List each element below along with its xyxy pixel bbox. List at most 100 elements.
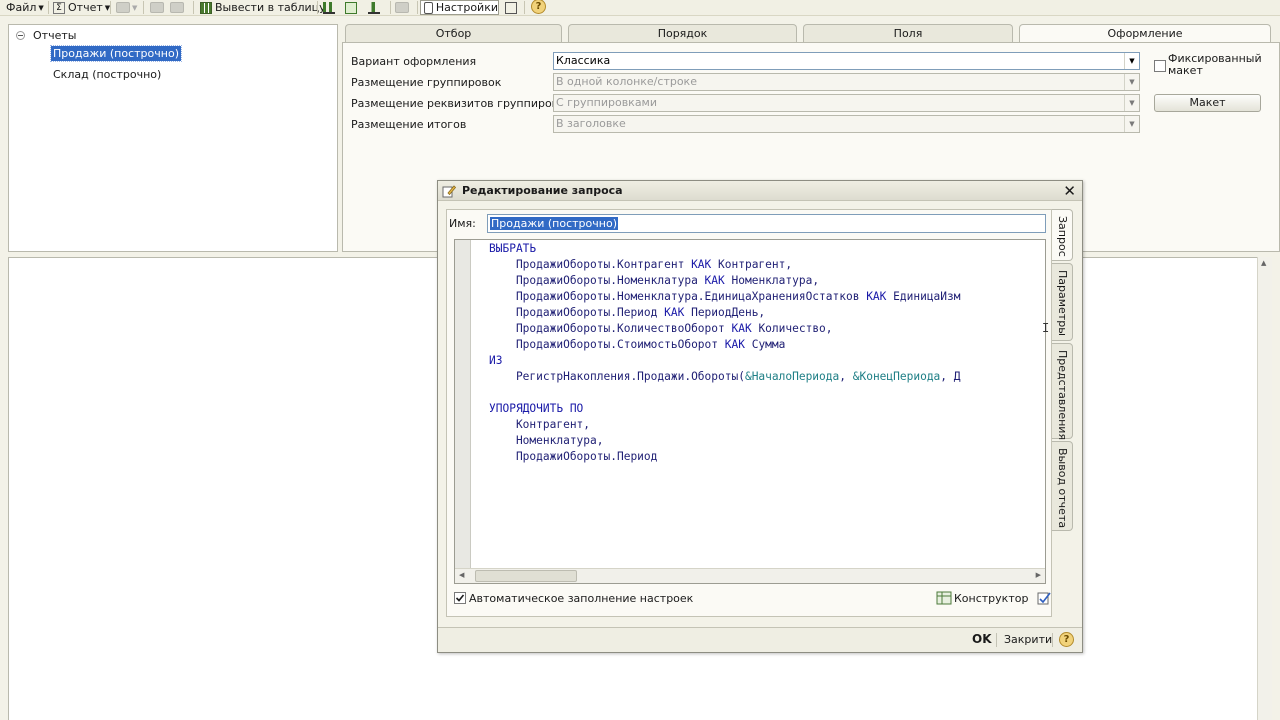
scroll-left-icon[interactable]: ◀ <box>459 571 464 579</box>
footer-separator <box>1052 633 1053 647</box>
collapse-button[interactable] <box>170 0 184 15</box>
settings-icon <box>424 1 433 14</box>
dialog-title-bar[interactable]: Редактирование запроса ✕ <box>438 181 1082 201</box>
dialog-title: Редактирование запроса <box>462 184 623 197</box>
toolbar-separator <box>524 1 525 14</box>
ok-button[interactable]: OK <box>972 632 992 646</box>
toolbar-separator <box>110 1 111 14</box>
toolbar-separator <box>48 1 49 14</box>
constructor-label: Конструктор <box>954 591 1029 605</box>
name-input[interactable]: Продажи (построчно) <box>487 214 1046 233</box>
tree-root-reports[interactable]: Отчеты <box>33 29 76 42</box>
tab-presentations-label: Представления <box>1056 350 1069 441</box>
copy-button[interactable] <box>395 0 409 15</box>
tab-report-output[interactable]: Вывод отчета <box>1052 441 1073 531</box>
to-table-button[interactable]: Вывести в таблицу <box>200 0 326 15</box>
report-tree: Отчеты Продажи (построчно) Склад (постро… <box>8 24 338 252</box>
editor-horizontal-scrollbar[interactable]: ◀ ▶ <box>455 568 1045 583</box>
collapse-icon <box>170 2 184 13</box>
totals-placement-value: В заголовке <box>556 117 626 130</box>
dropdown-arrow-icon[interactable]: ▼ <box>1124 116 1139 132</box>
query-text-editor[interactable]: ВЫБРАТЬ ПродажиОбороты.Контрагент КАК Ко… <box>454 239 1046 584</box>
close-icon[interactable]: ✕ <box>1063 181 1076 201</box>
bar-chart-icon <box>368 1 380 14</box>
expand-button[interactable] <box>150 0 164 15</box>
dropdown-arrow-icon: ▼ <box>38 3 44 12</box>
grouping-attributes-value: С группировками <box>556 96 658 109</box>
layout-variant-label: Вариант оформления <box>351 55 477 68</box>
tab-presentations[interactable]: Представления <box>1052 343 1073 441</box>
scroll-right-icon[interactable]: ▶ <box>1036 571 1041 579</box>
help-icon[interactable]: ? <box>531 0 546 14</box>
chart-button-2[interactable] <box>345 0 360 15</box>
editor-gutter <box>455 240 471 568</box>
report-menu-label: Отчет <box>68 1 103 14</box>
footer-separator <box>996 633 997 647</box>
grouping-placement-combo[interactable]: В одной колонке/строке ▼ <box>553 73 1140 91</box>
tab-query[interactable]: Запрос <box>1052 209 1073 261</box>
main-toolbar: Файл ▼ Σ Отчет ▼ ▼ Вывести в таблицу Настро… <box>0 0 1280 16</box>
query-edit-dialog: Редактирование запроса ✕ Запрос Параметр… <box>437 180 1083 653</box>
tab-filter[interactable]: Отбор <box>345 24 562 42</box>
tab-fields[interactable]: Поля <box>803 24 1013 42</box>
totals-placement-label: Размещение итогов <box>351 118 467 131</box>
totals-placement-combo[interactable]: В заголовке ▼ <box>553 115 1140 133</box>
chart-button-1[interactable] <box>323 0 338 15</box>
auto-fill-label: Автоматическое заполнение настроек <box>469 592 694 605</box>
tab-report-output-label: Вывод отчета <box>1056 448 1069 529</box>
tree-item-sales[interactable]: Продажи (построчно) <box>50 45 182 62</box>
grouping-attributes-combo[interactable]: С группировками ▼ <box>553 94 1140 112</box>
constructor-button[interactable]: Конструктор <box>936 590 1052 606</box>
scroll-up-icon[interactable]: ▲ <box>1261 259 1266 267</box>
toolbar-separator <box>390 1 391 14</box>
code-line: ПродажиОбороты.Период КАК ПериодДень, <box>489 306 766 319</box>
print-button[interactable] <box>505 0 520 15</box>
code-line: Контрагент, <box>489 418 591 431</box>
name-label: Имя: <box>449 217 476 230</box>
code-line: ПродажиОбороты.Контрагент КАК Контрагент… <box>489 258 793 271</box>
code-line: ПродажиОбороты.Номенклатура КАК Номенкла… <box>489 274 820 287</box>
file-menu[interactable]: Файл ▼ <box>6 0 44 15</box>
tab-layout[interactable]: Оформление <box>1019 24 1271 43</box>
name-input-value: Продажи (построчно) <box>490 217 618 230</box>
code-line: ПродажиОбороты.КоличествоОборот КАК Коли… <box>489 322 833 335</box>
toolbar-separator <box>417 1 418 14</box>
edit-query-icon <box>442 185 456 198</box>
dropdown-arrow-icon: ▼ <box>132 3 138 12</box>
result-vertical-scrollbar[interactable]: ▲ <box>1257 257 1272 720</box>
code-line: ВЫБРАТЬ <box>489 242 537 255</box>
dropdown-arrow-icon[interactable]: ▼ <box>1124 95 1139 111</box>
constructor-icon <box>936 591 952 605</box>
query-code[interactable]: ВЫБРАТЬ ПродажиОбороты.Контрагент КАК Ко… <box>489 241 961 465</box>
syntax-check-icon[interactable] <box>1036 590 1052 606</box>
sum-icon: Σ <box>53 1 65 14</box>
tree-item-warehouse[interactable]: Склад (построчно) <box>53 68 161 81</box>
dropdown-arrow-icon[interactable]: ▼ <box>1124 53 1139 69</box>
grid-icon <box>345 1 357 14</box>
toolbar-separator <box>317 1 318 14</box>
chart-icon <box>323 1 335 14</box>
fixed-layout-label: Фиксированный макет <box>1168 52 1262 77</box>
search-menu-button[interactable]: ▼ <box>116 0 137 15</box>
fixed-layout-checkbox[interactable] <box>1154 60 1166 72</box>
help-icon[interactable]: ? <box>1059 632 1074 647</box>
settings-toggle-button[interactable]: Настройки <box>420 0 499 15</box>
report-menu[interactable]: Σ Отчет ▼ <box>53 0 110 15</box>
scroll-thumb[interactable] <box>475 570 577 582</box>
layout-variant-combo[interactable]: Классика ▼ <box>553 52 1140 70</box>
collapse-node-icon[interactable] <box>16 31 25 40</box>
tab-parameters-label: Параметры <box>1056 270 1069 336</box>
table-icon <box>200 1 212 14</box>
grouping-attributes-label: Размещение реквизитов группировок <box>351 97 572 110</box>
close-button[interactable]: Закрити <box>1004 633 1052 646</box>
chart-button-3[interactable] <box>368 0 383 15</box>
dialog-footer: OK Закрити ? <box>438 627 1082 652</box>
dropdown-arrow-icon[interactable]: ▼ <box>1124 74 1139 90</box>
grouping-placement-label: Размещение группировок <box>351 76 502 89</box>
tab-parameters[interactable]: Параметры <box>1052 263 1073 341</box>
maket-button[interactable]: Макет <box>1154 94 1261 112</box>
checkmark-icon <box>455 594 465 602</box>
layout-variant-value: Классика <box>556 54 611 67</box>
auto-fill-checkbox[interactable] <box>454 592 466 604</box>
tab-order[interactable]: Порядок <box>568 24 797 42</box>
